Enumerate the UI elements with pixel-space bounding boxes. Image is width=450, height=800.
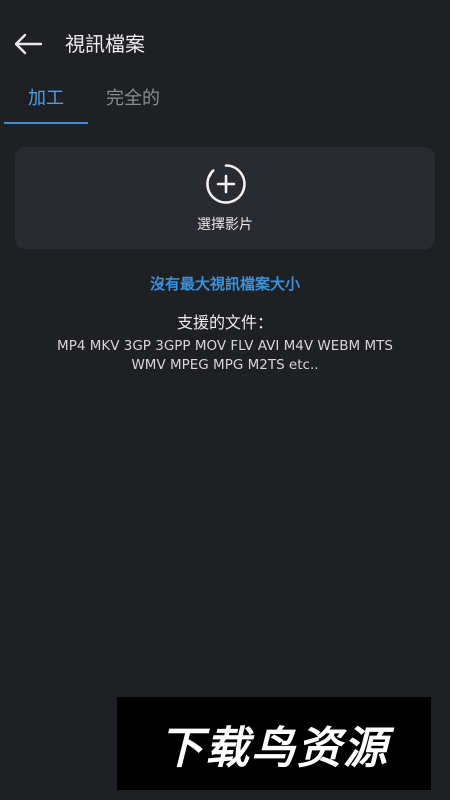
formats-line-2: WMV MPEG MPG M2TS etc.. [131, 357, 319, 373]
select-video-label: 選擇影片 [197, 217, 253, 233]
select-video-button[interactable]: 選擇影片 [15, 147, 435, 249]
tab-complete[interactable]: 完全的 [106, 87, 160, 111]
watermark-text: 下载鸟资源 [159, 722, 389, 774]
tab-process[interactable]: 加工 [28, 87, 64, 111]
tab-bar: 加工 完全的 [0, 78, 450, 126]
size-limit-notice: 沒有最大視訊檔案大小 [149, 275, 300, 293]
app-bar: 視訊檔案 [0, 20, 450, 68]
supported-files-title: 支援的文件： [176, 313, 273, 332]
back-button[interactable] [12, 30, 44, 58]
active-tab-indicator [4, 122, 88, 124]
formats-line-1: MP4 MKV 3GP 3GPP MOV FLV AVI M4V WEBM MT… [57, 338, 393, 354]
page-title: 視訊檔案 [65, 32, 145, 56]
arrow-left-icon [14, 33, 43, 55]
add-circle-icon [206, 164, 246, 204]
app-screen: 視訊檔案 加工 完全的 選擇影片 沒有最大視訊檔案大小 支援的文件： MP4 M… [0, 0, 450, 800]
watermark-banner: 下载鸟资源 [117, 697, 431, 790]
supported-formats: MP4 MKV 3GP 3GPP MOV FLV AVI M4V WEBM MT… [25, 337, 425, 375]
